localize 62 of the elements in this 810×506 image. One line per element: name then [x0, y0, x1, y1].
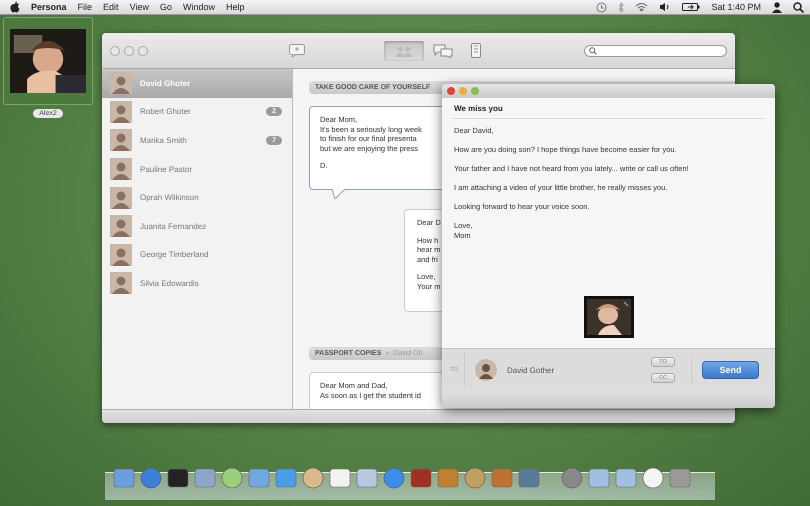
avatar-icon — [110, 129, 132, 152]
app-icon[interactable] — [642, 467, 664, 489]
contact-row[interactable]: George Timberland — [102, 240, 292, 270]
search-icon — [589, 46, 598, 54]
app-menu[interactable]: Persona — [31, 2, 67, 12]
avatar-icon — [110, 244, 132, 266]
app-icon[interactable] — [410, 467, 432, 489]
contact-name: Robert Ghoter — [140, 107, 192, 116]
app-icon[interactable] — [383, 467, 405, 489]
contact-name: David Ghoter — [140, 78, 192, 88]
widget-frame[interactable] — [3, 17, 93, 105]
send-button[interactable]: Send — [702, 361, 759, 379]
contact-name: Pauline Pastor — [140, 164, 194, 174]
wifi-icon[interactable] — [635, 2, 648, 12]
contact-name: Juanita Fernandez — [140, 222, 208, 231]
avatar-icon — [475, 359, 497, 381]
avatar-icon — [110, 72, 132, 94]
menu-item[interactable]: Go — [160, 2, 172, 12]
speech-bubble-icon — [288, 44, 305, 57]
user-icon[interactable] — [772, 2, 782, 12]
app-icon[interactable] — [561, 467, 583, 489]
menu-item[interactable]: View — [130, 2, 149, 12]
avatar-icon — [110, 158, 132, 180]
app-icon[interactable] — [356, 467, 378, 489]
avatar-icon — [110, 272, 132, 294]
menu-clock[interactable]: Sat 1:40 PM — [711, 2, 761, 12]
close-button[interactable] — [447, 87, 455, 95]
phone-icon — [470, 43, 481, 58]
contact-name: Silvia Edowardis — [140, 278, 200, 288]
search-field[interactable] — [584, 44, 727, 56]
contact-name: Oprah Wilkinson — [140, 193, 200, 202]
contact-row[interactable]: Pauline Pastor — [102, 154, 292, 184]
menu-item[interactable]: File — [78, 2, 92, 12]
chat-icon — [432, 44, 453, 58]
people-icon — [394, 44, 414, 56]
zoom-button[interactable] — [471, 87, 479, 95]
contact-row[interactable]: Silvia Edowardis — [102, 269, 292, 298]
battery-icon[interactable] — [682, 2, 700, 12]
avatar-icon — [110, 215, 132, 238]
search-icon[interactable] — [793, 2, 804, 12]
app-icon[interactable] — [302, 467, 324, 489]
menu-item[interactable]: Edit — [103, 2, 119, 12]
app-icon[interactable] — [221, 467, 243, 489]
contact-row[interactable]: Oprah Wilkinson — [102, 183, 292, 212]
bluetooth-icon[interactable] — [618, 2, 624, 12]
menu-item[interactable]: Help — [226, 2, 244, 12]
contact-row[interactable]: Juanita Fernandez — [102, 212, 292, 241]
app-icon[interactable] — [167, 467, 189, 489]
app-icon[interactable] — [464, 467, 486, 489]
avatar-icon — [110, 186, 132, 209]
recipient-name: David Gother — [507, 366, 556, 374]
contact-name: Marika Smith — [140, 136, 188, 145]
toolbar-button[interactable] — [384, 40, 424, 60]
contact-name: George Timberland — [140, 250, 210, 260]
app-icon[interactable] — [329, 467, 351, 489]
apple-icon[interactable] — [10, 1, 20, 13]
volume-icon[interactable] — [659, 2, 672, 12]
clock-icon[interactable] — [596, 2, 608, 12]
app-icon[interactable] — [140, 467, 162, 489]
message-subject[interactable]: We miss you — [452, 98, 765, 119]
avatar-icon — [110, 100, 132, 123]
menu-item[interactable]: Window — [182, 2, 215, 12]
